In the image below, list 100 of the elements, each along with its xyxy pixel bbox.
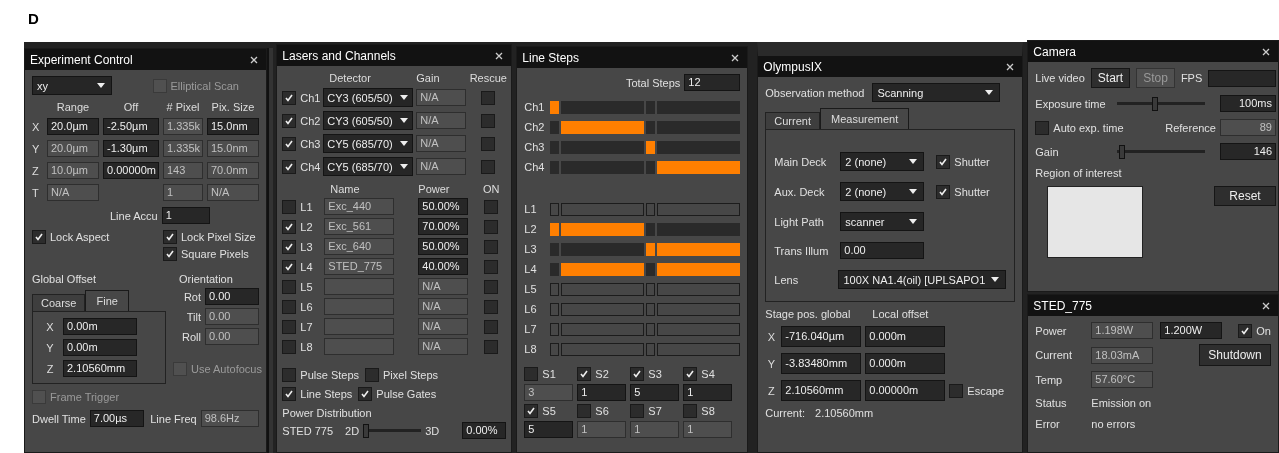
- slider-thumb[interactable]: [1118, 144, 1125, 159]
- checkbox[interactable]: [282, 136, 297, 151]
- slider-thumb[interactable]: [363, 423, 370, 438]
- checkbox[interactable]: [1035, 120, 1050, 135]
- step-segment[interactable]: [646, 120, 656, 134]
- step-segment[interactable]: [561, 222, 645, 236]
- text-field[interactable]: 89: [1220, 119, 1276, 136]
- checkbox[interactable]: [282, 159, 297, 174]
- checkbox[interactable]: [282, 299, 297, 314]
- checkbox[interactable]: [1238, 323, 1253, 338]
- text-field[interactable]: 1: [577, 384, 627, 401]
- text-field[interactable]: 2.10560mm: [63, 360, 137, 377]
- checkbox[interactable]: [282, 259, 297, 274]
- step-segment[interactable]: [561, 100, 645, 114]
- step-segment[interactable]: [657, 222, 741, 236]
- dropdown[interactable]: CY3 (605/50): [323, 88, 414, 107]
- step-segment[interactable]: [646, 140, 656, 154]
- step-segment[interactable]: [657, 302, 741, 316]
- checkbox[interactable]: [484, 259, 499, 274]
- step-segment[interactable]: [657, 262, 741, 276]
- checkbox[interactable]: [484, 239, 499, 254]
- step-segment[interactable]: [646, 242, 656, 256]
- checkbox[interactable]: [630, 367, 645, 381]
- checkbox[interactable]: [484, 199, 499, 214]
- step-segment[interactable]: [657, 160, 741, 174]
- text-field[interactable]: 0.000m: [865, 326, 946, 347]
- checkbox[interactable]: [481, 136, 496, 151]
- step-segment[interactable]: [550, 242, 560, 256]
- step-segment[interactable]: [561, 342, 645, 356]
- checkbox[interactable]: [365, 368, 379, 382]
- text-field[interactable]: 1.200W: [1160, 322, 1223, 339]
- step-segment[interactable]: [550, 202, 560, 216]
- close-icon[interactable]: [250, 55, 258, 64]
- text-field[interactable]: 50.00%: [418, 198, 469, 215]
- step-segment[interactable]: [550, 262, 560, 276]
- text-field[interactable]: 12: [684, 74, 741, 91]
- text-field[interactable]: 0.00: [840, 242, 925, 259]
- checkbox[interactable]: [484, 319, 499, 334]
- step-segment[interactable]: [646, 100, 656, 114]
- step-segment[interactable]: [550, 140, 560, 154]
- text-field[interactable]: 5: [524, 421, 574, 438]
- step-segment[interactable]: [657, 120, 741, 134]
- text-field[interactable]: 146: [1220, 143, 1276, 160]
- step-segment[interactable]: [646, 222, 656, 236]
- dropdown[interactable]: CY5 (685/70): [323, 157, 414, 176]
- text-field[interactable]: 2.10560mm: [781, 380, 862, 401]
- step-segment[interactable]: [657, 342, 741, 356]
- close-icon[interactable]: [1262, 47, 1270, 56]
- dropdown[interactable]: CY3 (605/50): [323, 111, 414, 130]
- step-segment[interactable]: [561, 120, 645, 134]
- checkbox[interactable]: [282, 339, 297, 354]
- step-segment[interactable]: [646, 202, 656, 216]
- text-field[interactable]: 0.00000m: [103, 162, 159, 179]
- tab[interactable]: Current: [765, 112, 820, 129]
- dropdown[interactable]: CY5 (685/70): [323, 134, 414, 153]
- dropdown[interactable]: 100X NA1.4(oil) [UPLSAPO1: [838, 270, 1007, 289]
- checkbox[interactable]: [683, 367, 698, 381]
- tab[interactable]: Measurement: [820, 108, 910, 129]
- text-field[interactable]: 18.03mA: [1091, 346, 1154, 364]
- step-segment[interactable]: [657, 100, 741, 114]
- step-segment[interactable]: [646, 160, 656, 174]
- step-segment[interactable]: [561, 140, 645, 154]
- text-field[interactable]: 15.0nm: [207, 118, 259, 135]
- step-segment[interactable]: [561, 302, 645, 316]
- checkbox[interactable]: [484, 299, 499, 314]
- checkbox[interactable]: [282, 387, 297, 401]
- checkbox[interactable]: [282, 368, 297, 382]
- text-field[interactable]: 57.60°C: [1091, 371, 1154, 388]
- text-field[interactable]: 0.000m: [865, 353, 946, 374]
- checkbox[interactable]: [282, 219, 297, 234]
- text-field[interactable]: -2.50µm: [103, 118, 159, 135]
- step-segment[interactable]: [550, 222, 560, 236]
- step-segment[interactable]: [550, 100, 560, 114]
- text-field[interactable]: -3.83480mm: [781, 353, 862, 374]
- close-icon[interactable]: [1006, 62, 1015, 71]
- step-segment[interactable]: [657, 202, 741, 216]
- reset-button[interactable]: Reset: [1214, 186, 1276, 206]
- step-segment[interactable]: [646, 302, 656, 316]
- checkbox[interactable]: [163, 247, 177, 261]
- text-field[interactable]: 40.00%: [418, 258, 469, 275]
- checkbox[interactable]: [630, 404, 645, 418]
- text-field[interactable]: 50.00%: [418, 238, 469, 255]
- checkbox[interactable]: [358, 387, 373, 401]
- slider-thumb[interactable]: [1151, 96, 1158, 111]
- dropdown[interactable]: 2 (none): [840, 152, 925, 171]
- close-icon[interactable]: [1262, 301, 1270, 310]
- step-segment[interactable]: [561, 242, 645, 256]
- step-segment[interactable]: [646, 262, 656, 276]
- checkbox[interactable]: [481, 90, 496, 105]
- text-field[interactable]: 70.00%: [418, 218, 469, 235]
- text-field[interactable]: 1: [161, 207, 210, 224]
- step-segment[interactable]: [657, 322, 741, 336]
- text-field[interactable]: 1: [683, 384, 733, 401]
- shutdown-button[interactable]: Shutdown: [1199, 344, 1271, 366]
- checkbox[interactable]: [282, 239, 297, 254]
- dropdown[interactable]: 2 (none): [840, 182, 925, 201]
- step-segment[interactable]: [550, 342, 560, 356]
- step-segment[interactable]: [657, 140, 741, 154]
- text-field[interactable]: 0.00%: [462, 422, 507, 439]
- step-segment[interactable]: [550, 322, 560, 336]
